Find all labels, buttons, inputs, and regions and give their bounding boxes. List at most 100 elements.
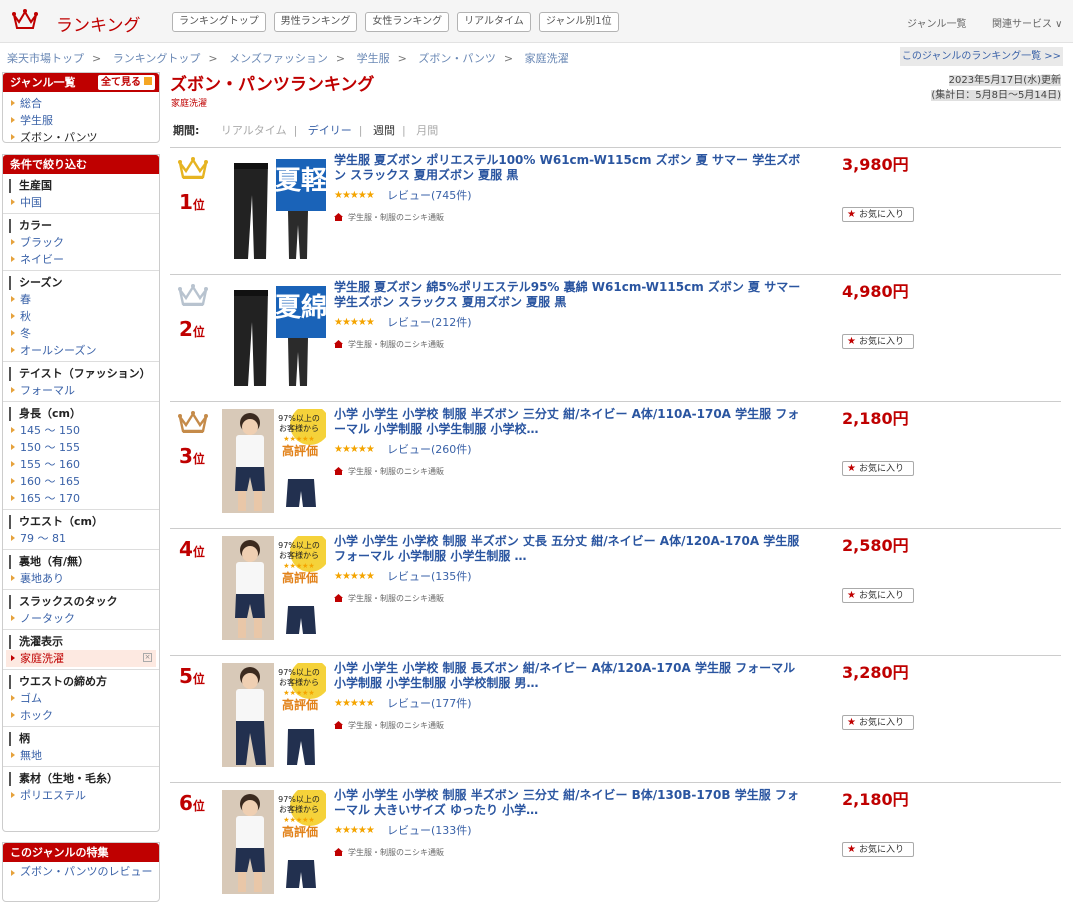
favorite-button[interactable]: ★ お気に入り [842,461,914,476]
filter-option-label: 冬 [20,327,31,340]
filter-option[interactable]: 160 ～ 165 [3,473,159,490]
svg-text:★★★★★: ★★★★★ [283,689,314,697]
filter-option[interactable]: オールシーズン [3,342,159,359]
period-daily[interactable]: デイリー [308,124,352,137]
product-image[interactable]: 97%以上の お客様から ★★★★★ 高評価 [222,790,326,894]
rank-unit: 位 [192,545,205,559]
genre-item-pants[interactable]: ズボン・パンツ [3,129,159,146]
shop-link[interactable]: 学生服・制服のニシキ通販 [334,466,444,477]
favorite-button[interactable]: ★ お気に入り [842,334,914,349]
genre-list-link[interactable]: ジャンル一覧 [907,15,967,30]
product-image[interactable]: 97%以上の お客様から ★★★★★ 高評価 [222,536,326,640]
filter-group: スラックスのタック ノータック [3,589,159,629]
filter-option[interactable]: 春 [3,291,159,308]
rank-number: 6位 [179,791,205,815]
review-count-link[interactable]: レビュー(177件) [387,695,472,711]
product-image[interactable]: 97%以上の お客様から ★★★★★ 高評価 [222,663,326,767]
filter-group-title: 素材（生地・毛糸） [9,772,159,786]
shop-link[interactable]: 学生服・制服のニシキ通販 [334,593,444,604]
favorite-button[interactable]: ★ お気に入り [842,842,914,857]
breadcrumb-item[interactable]: ズボン・パンツ [418,52,496,65]
breadcrumb-item[interactable]: 学生服 [357,52,390,65]
nav-male-ranking[interactable]: 男性ランキング [273,12,358,32]
filter-option[interactable]: 155 ～ 160 [3,456,159,473]
period-monthly[interactable]: 月間 [416,124,438,137]
svg-text:97%以上の: 97%以上の [278,414,320,423]
period-selector: 期間: リアルタイム | デイリー | 週間 | 月間 [173,124,439,137]
filter-option[interactable]: フォーマル [3,382,159,399]
review-count-link[interactable]: レビュー(745件) [387,187,472,203]
filter-option[interactable]: ポリエステル [3,787,159,804]
svg-text:高評価: 高評価 [282,697,318,712]
filter-option[interactable]: ブラック [3,234,159,251]
filter-option[interactable]: 冬 [3,325,159,342]
product-name-link[interactable]: 小学 小学生 小学校 制服 半ズボン 三分丈 紺/ネイビー B体/130B-17… [334,788,804,818]
related-services-menu[interactable]: 関連サービス ∨ [992,15,1063,30]
product-price: 2,580円 [842,536,909,555]
genre-ranking-list-link[interactable]: このジャンルのランキング一覧 >> [900,47,1063,66]
filter-option[interactable]: ゴム [3,690,159,707]
filter-option[interactable]: 165 ～ 170 [3,490,159,507]
filter-option[interactable]: ネイビー [3,251,159,268]
filter-option[interactable]: ノータック [3,610,159,627]
period-weekly[interactable]: 週間 [373,124,395,137]
favorite-button[interactable]: ★ お気に入り [842,715,914,730]
nav-female-ranking[interactable]: 女性ランキング [365,12,450,32]
favorite-label: お気に入り [858,210,904,220]
filter-option-label: 家庭洗濯 [20,652,64,665]
nav-realtime[interactable]: リアルタイム [457,12,531,32]
review-count-link[interactable]: レビュー(133件) [387,822,472,838]
feature-item-reviews[interactable]: ズボン・パンツのレビュー [3,865,159,879]
filter-option[interactable]: 中国 [3,194,159,211]
crown-logo-icon[interactable] [12,9,38,31]
filter-group: テイスト（ファッション） フォーマル [3,361,159,401]
genre-item-school-uniform[interactable]: 学生服 [3,112,159,129]
product-image[interactable]: 夏軽 [222,155,326,259]
filter-option[interactable]: 無地 [3,747,159,764]
breadcrumb-item[interactable]: メンズファッション [229,52,328,65]
nav-ranking-top[interactable]: ランキングトップ [172,12,266,32]
genre-item-overall[interactable]: 総合 [3,95,159,112]
filter-option[interactable]: 150 ～ 155 [3,439,159,456]
shop-link[interactable]: 学生服・制服のニシキ通販 [334,847,444,858]
filter-group: 裏地（有/無） 裏地あり [3,549,159,589]
rank-number: 1位 [179,190,205,214]
nav-genre-first[interactable]: ジャンル別1位 [538,12,619,32]
period-realtime[interactable]: リアルタイム [221,124,287,137]
review-count-link[interactable]: レビュー(212件) [387,314,472,330]
filter-option[interactable]: 裏地あり [3,570,159,587]
product-image[interactable]: 夏綿 [222,282,326,386]
filter-option[interactable]: 79 ～ 81 [3,530,159,547]
shop-link[interactable]: 学生服・制服のニシキ通販 [334,339,444,350]
review-count-link[interactable]: レビュー(135件) [387,568,472,584]
filter-option-label: 79 ～ 81 [20,532,66,545]
genre-list-box: ジャンル一覧 全て見る 総合 学生服 ズボン・パンツ [2,72,160,146]
see-all-button[interactable]: 全て見る [98,75,155,90]
remove-filter-icon[interactable]: × [143,653,152,662]
breadcrumb-item[interactable]: 家庭洗濯 [525,52,569,65]
filter-option[interactable]: ホック [3,707,159,724]
rating-stars-icon: ★★★★★ [334,571,375,582]
breadcrumb-item[interactable]: ランキングトップ [113,52,201,65]
product-image[interactable]: 97%以上の お客様から ★★★★★ 高評価 [222,409,326,513]
svg-text:97%以上の: 97%以上の [278,668,320,677]
shop-link[interactable]: 学生服・制服のニシキ通販 [334,212,444,223]
page-title: ズボン・パンツランキング [170,75,375,95]
filter-group: 洗濯表示 家庭洗濯 × [3,629,159,669]
breadcrumb-item[interactable]: 楽天市場トップ [7,52,84,65]
filter-option[interactable]: 家庭洗濯 × [6,650,156,667]
review-count-link[interactable]: レビュー(260件) [387,441,472,457]
shop-link[interactable]: 学生服・制服のニシキ通販 [334,720,444,731]
favorite-button[interactable]: ★ お気に入り [842,207,914,222]
product-name-link[interactable]: 学生服 夏ズボン ポリエステル100% W61cm-W115cm ズボン 夏 サ… [334,153,804,183]
filter-option-label: ノータック [20,612,75,625]
product-name-link[interactable]: 小学 小学生 小学校 制服 長ズボン 紺/ネイビー A体/120A-170A 学… [334,661,804,691]
product-name-link[interactable]: 小学 小学生 小学校 制服 半ズボン 三分丈 紺/ネイビー A体/110A-17… [334,407,804,437]
favorite-button[interactable]: ★ お気に入り [842,588,914,603]
ranking-logo-text[interactable]: ランキング [56,11,141,36]
filter-option[interactable]: 秋 [3,308,159,325]
product-name-link[interactable]: 学生服 夏ズボン 綿5%ポリエステル95% 裏綿 W61cm-W115cm ズボ… [334,280,804,310]
rank-unit: 位 [192,325,205,339]
product-name-link[interactable]: 小学 小学生 小学校 制服 半ズボン 丈長 五分丈 紺/ネイビー A体/120A… [334,534,804,564]
filter-option[interactable]: 145 ～ 150 [3,422,159,439]
